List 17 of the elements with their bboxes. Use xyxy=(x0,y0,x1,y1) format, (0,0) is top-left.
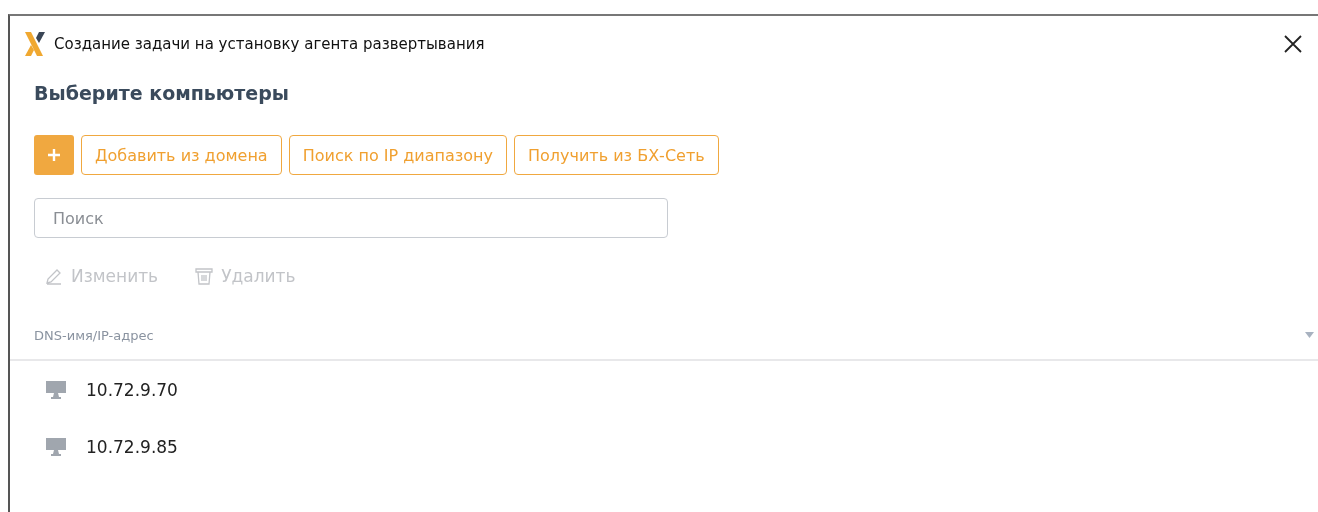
close-icon[interactable] xyxy=(1284,35,1302,53)
table-cell: 10.72.9.85 xyxy=(86,436,178,457)
column-header[interactable]: DNS-имя/IP-адрес xyxy=(34,327,154,343)
monitor-icon xyxy=(46,437,66,456)
outline-button[interactable]: Получить из БХ-Сеть xyxy=(513,135,719,175)
trash-icon xyxy=(194,266,215,286)
monitor-icon xyxy=(46,380,66,399)
logo-icon xyxy=(24,32,46,56)
plus-icon xyxy=(47,148,61,162)
dropdown-arrow-icon[interactable] xyxy=(1305,332,1314,338)
outline-button[interactable]: Поиск по IP диапазону xyxy=(288,135,507,175)
outline-button[interactable]: Добавить из домена xyxy=(81,135,282,175)
table-cell: 10.72.9.70 xyxy=(86,379,178,400)
search-field[interactable]: Поиск xyxy=(34,198,668,238)
section-heading: Выберите компьютеры xyxy=(34,82,290,104)
window-title: Создание задачи на установку агента развертывания xyxy=(54,35,486,53)
add-button[interactable] xyxy=(34,135,74,175)
